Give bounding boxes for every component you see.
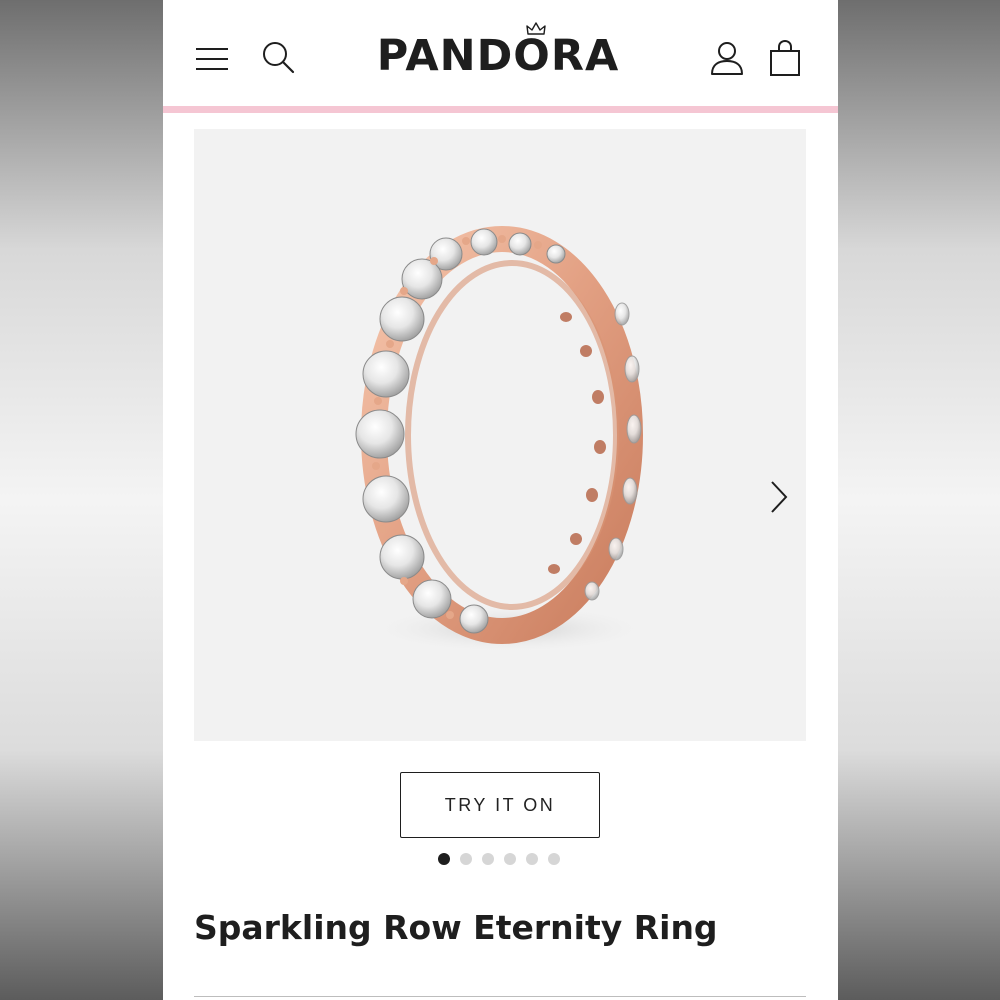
chevron-right-icon	[771, 481, 788, 513]
product-title: Sparkling Row Eternity Ring	[194, 908, 718, 947]
pagination-dot-6[interactable]	[548, 853, 560, 865]
search-icon	[263, 42, 295, 74]
menu-button[interactable]	[193, 40, 231, 78]
pagination-dot-2[interactable]	[460, 853, 472, 865]
try-it-on-button[interactable]: TRY IT ON	[400, 772, 600, 838]
shopping-bag-icon	[770, 39, 800, 76]
shopping-bag-button[interactable]	[766, 38, 804, 80]
search-button[interactable]	[259, 38, 299, 78]
pagination-dot-4[interactable]	[504, 853, 516, 865]
logo-wordmark: PANDORA	[376, 31, 620, 81]
user-account-icon	[711, 42, 743, 75]
site-header: PANDORA	[163, 0, 838, 106]
header-accent-line	[163, 106, 838, 113]
account-button[interactable]	[707, 38, 747, 80]
ring-product-image	[355, 226, 649, 653]
product-page: PANDORA TRY IT ON Sparkling Row Eternity…	[163, 0, 838, 1000]
pandora-logo[interactable]: PANDORA	[368, 22, 628, 82]
hamburger-menu-icon	[196, 48, 228, 70]
product-image-gallery[interactable]	[194, 129, 806, 741]
pagination-dot-5[interactable]	[526, 853, 538, 865]
pagination-dot-1[interactable]	[438, 853, 450, 865]
next-image-button[interactable]	[764, 477, 794, 517]
pagination-dot-3[interactable]	[482, 853, 494, 865]
gallery-pagination	[438, 853, 560, 867]
section-divider	[194, 996, 806, 997]
